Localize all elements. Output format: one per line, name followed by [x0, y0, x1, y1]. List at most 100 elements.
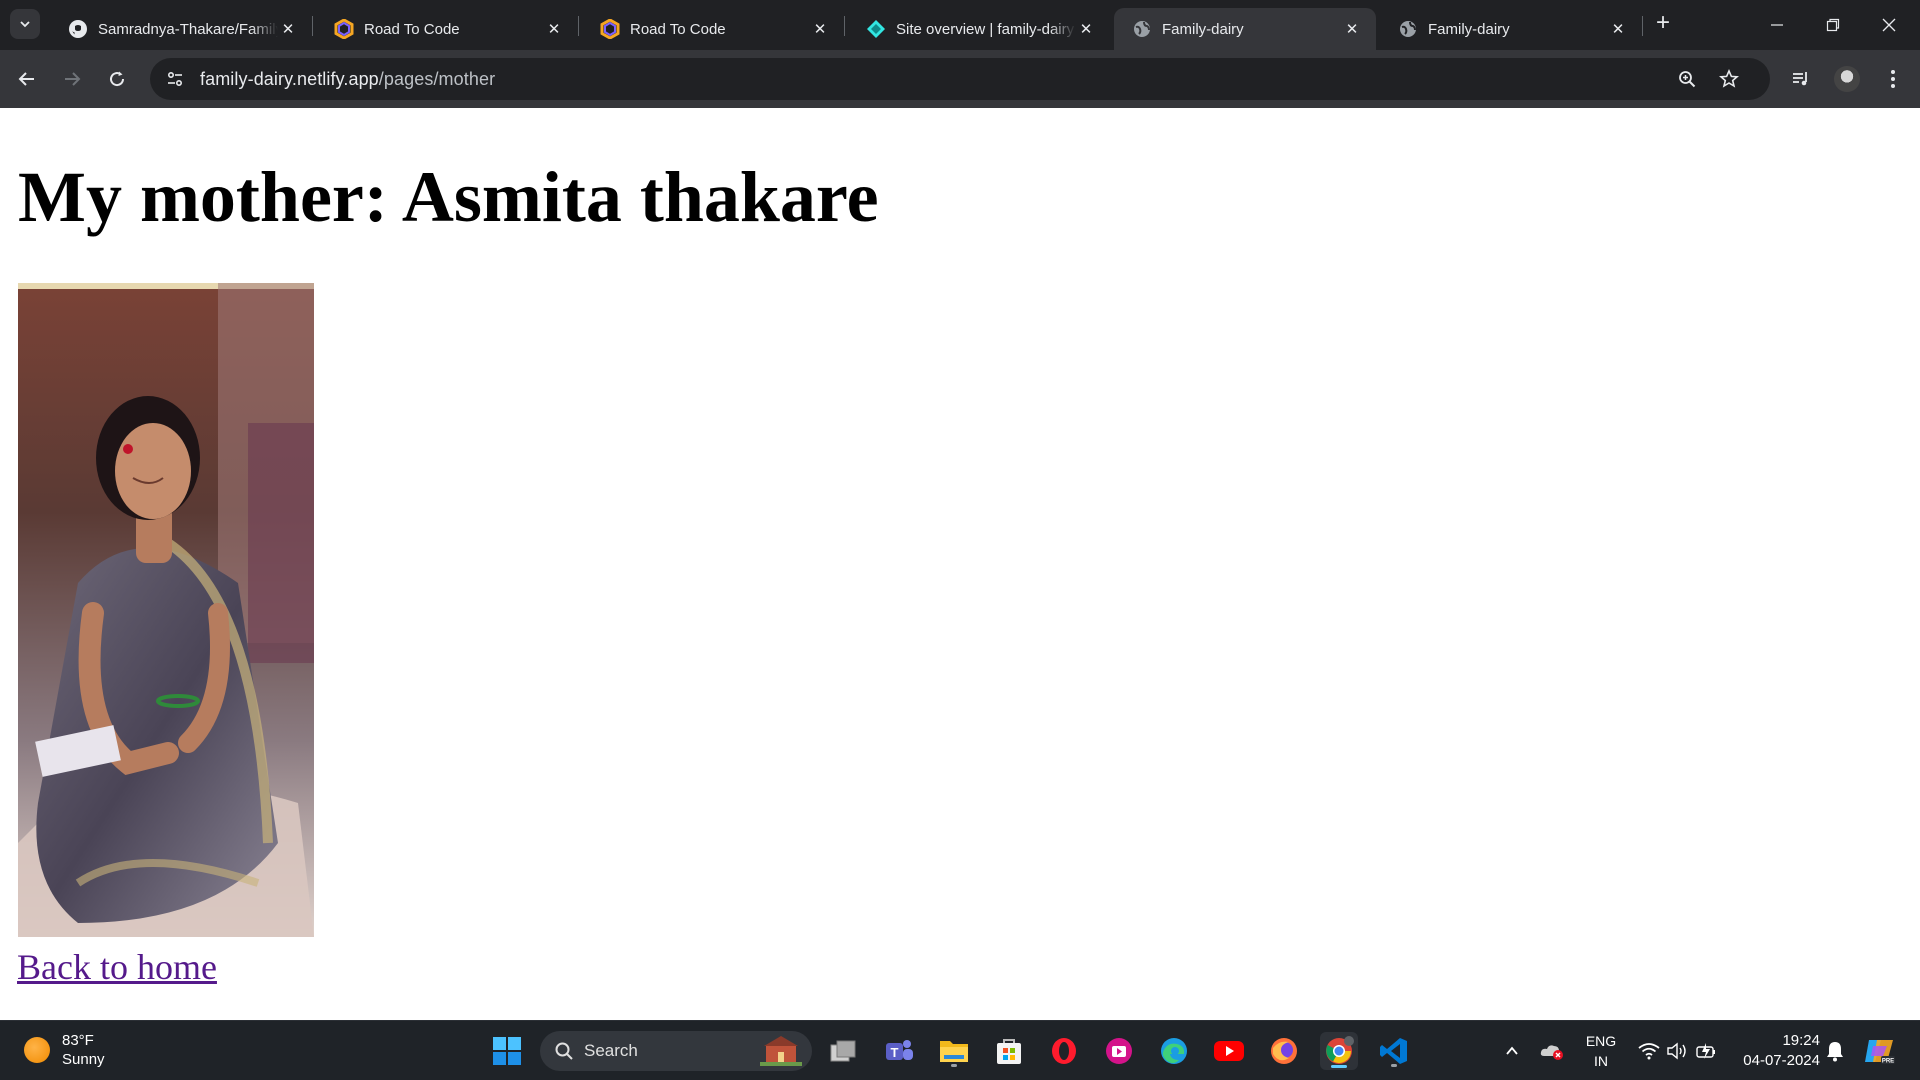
tab-github[interactable]: Samradnya-Thakare/Family ✕ [50, 8, 312, 50]
wifi-icon [1638, 1043, 1660, 1060]
edge-icon [1161, 1038, 1187, 1064]
close-tab-icon[interactable]: ✕ [278, 19, 298, 39]
weather-temp: 83°F [62, 1032, 94, 1049]
tab-family-dairy-active[interactable]: Family-dairy ✕ [1114, 8, 1376, 50]
reload-icon [110, 71, 125, 87]
taskbar-clock[interactable]: 19:24 04-07-2024 [1720, 1031, 1820, 1071]
opera-icon [1052, 1038, 1076, 1064]
windows-logo-icon [493, 1037, 521, 1065]
tab-separator [844, 16, 845, 36]
page-viewport: My mother: Asmita thakare Back to home [0, 108, 1920, 1020]
close-window-button[interactable] [1866, 10, 1912, 40]
tab-title: Road To Code [364, 20, 460, 38]
close-tab-icon[interactable]: ✕ [1076, 19, 1096, 39]
tab-search-button[interactable] [10, 9, 40, 39]
weather-condition: Sunny [62, 1051, 105, 1068]
url-host: family-dairy.netlify.app [200, 68, 379, 89]
show-hidden-icons-button[interactable] [1493, 1032, 1531, 1070]
tab-title: Samradnya-Thakare/Family [98, 20, 278, 38]
arrow-right-icon [65, 72, 81, 86]
new-tab-button[interactable]: + [1650, 11, 1676, 37]
windows-taskbar: 83°F Sunny Search T ENG IN 19:24 04-07-2… [0, 1020, 1920, 1080]
start-button[interactable] [488, 1032, 526, 1070]
search-highlight-icon [760, 1036, 802, 1066]
tab-separator [312, 16, 313, 36]
more-vertical-icon [1891, 70, 1895, 88]
running-indicator [951, 1064, 957, 1067]
address-bar[interactable]: family-dairy.netlify.app/pages/mother [150, 58, 1770, 100]
weather-widget[interactable]: 83°F Sunny [24, 1031, 105, 1069]
tab-title: Road To Code [630, 20, 726, 38]
youtube-icon [1214, 1041, 1244, 1061]
tab-family-dairy[interactable]: Family-dairy ✕ [1380, 8, 1642, 50]
tab-netlify[interactable]: Site overview | family-dairy ✕ [848, 8, 1110, 50]
site-info-button[interactable] [158, 62, 192, 96]
forward-button[interactable] [55, 62, 89, 96]
store-icon [997, 1039, 1021, 1064]
photo-illustration [18, 283, 314, 937]
page-title: My mother: Asmita thakare [18, 157, 879, 237]
svg-text:PRE: PRE [1882, 1059, 1894, 1065]
onedrive-status-button[interactable] [1533, 1032, 1571, 1070]
speaker-icon [1667, 1042, 1686, 1060]
chrome-icon [1326, 1036, 1354, 1064]
close-tab-icon[interactable]: ✕ [810, 19, 830, 39]
star-icon [1719, 69, 1739, 88]
back-button[interactable] [10, 62, 44, 96]
tab-strip: Samradnya-Thakare/Family ✕ Road To Code … [0, 0, 1920, 50]
back-to-home-link[interactable]: Back to home [17, 946, 217, 988]
address-url: family-dairy.netlify.app/pages/mother [200, 69, 495, 90]
bookmark-button[interactable] [1712, 62, 1746, 96]
teams-button[interactable]: T [880, 1032, 918, 1070]
task-view-icon [830, 1040, 856, 1062]
opera-button[interactable] [1045, 1032, 1083, 1070]
taskbar-search[interactable]: Search [540, 1031, 812, 1071]
tab-road-to-code-1[interactable]: Road To Code ✕ [316, 8, 578, 50]
tab-separator [1642, 16, 1643, 36]
active-indicator [1331, 1065, 1347, 1068]
chrome-button[interactable] [1320, 1032, 1358, 1070]
file-explorer-button[interactable] [935, 1032, 973, 1070]
profile-button[interactable] [1830, 62, 1864, 96]
search-label: Search [584, 1041, 638, 1060]
url-path: /pages/mother [378, 68, 496, 89]
globe-icon [1398, 19, 1418, 39]
firefox-button[interactable] [1265, 1032, 1303, 1070]
microsoft-store-button[interactable] [990, 1032, 1028, 1070]
copilot-button[interactable]: PRE [1860, 1032, 1898, 1070]
youtube-button[interactable] [1210, 1032, 1248, 1070]
task-view-button[interactable] [824, 1032, 862, 1070]
tab-title: Site overview | family-dairy [896, 20, 1075, 38]
folder-icon [940, 1041, 968, 1062]
tab-road-to-code-2[interactable]: Road To Code ✕ [582, 8, 844, 50]
road-to-code-icon [334, 19, 354, 39]
clipchamp-button[interactable] [1100, 1032, 1138, 1070]
vscode-button[interactable] [1375, 1032, 1413, 1070]
close-tab-icon[interactable]: ✕ [1342, 19, 1362, 39]
zoom-button[interactable] [1670, 62, 1704, 96]
tune-icon [167, 71, 183, 87]
road-to-code-icon [600, 19, 620, 39]
edge-button[interactable] [1155, 1032, 1193, 1070]
cloud-offline-icon [1540, 1045, 1563, 1060]
restore-button[interactable] [1810, 10, 1856, 40]
avatar [1834, 66, 1860, 92]
chevron-up-icon [1506, 1046, 1518, 1055]
notifications-button[interactable] [1816, 1032, 1854, 1070]
minimize-button[interactable] [1754, 10, 1800, 40]
menu-button[interactable] [1876, 62, 1910, 96]
mother-photo [18, 283, 314, 937]
clock-time: 19:24 [1782, 1032, 1820, 1049]
close-tab-icon[interactable]: ✕ [544, 19, 564, 39]
clock-date: 04-07-2024 [1743, 1052, 1820, 1069]
tab-separator [578, 16, 579, 36]
chevron-down-icon [20, 21, 30, 28]
minimize-icon [1771, 24, 1783, 26]
input-language[interactable]: ENG IN [1574, 1031, 1628, 1071]
reload-button[interactable] [100, 62, 134, 96]
close-tab-icon[interactable]: ✕ [1608, 19, 1628, 39]
media-controls-button[interactable] [1784, 62, 1818, 96]
close-icon [1882, 18, 1896, 32]
vscode-icon [1380, 1038, 1407, 1064]
video-editor-icon [1106, 1038, 1132, 1064]
